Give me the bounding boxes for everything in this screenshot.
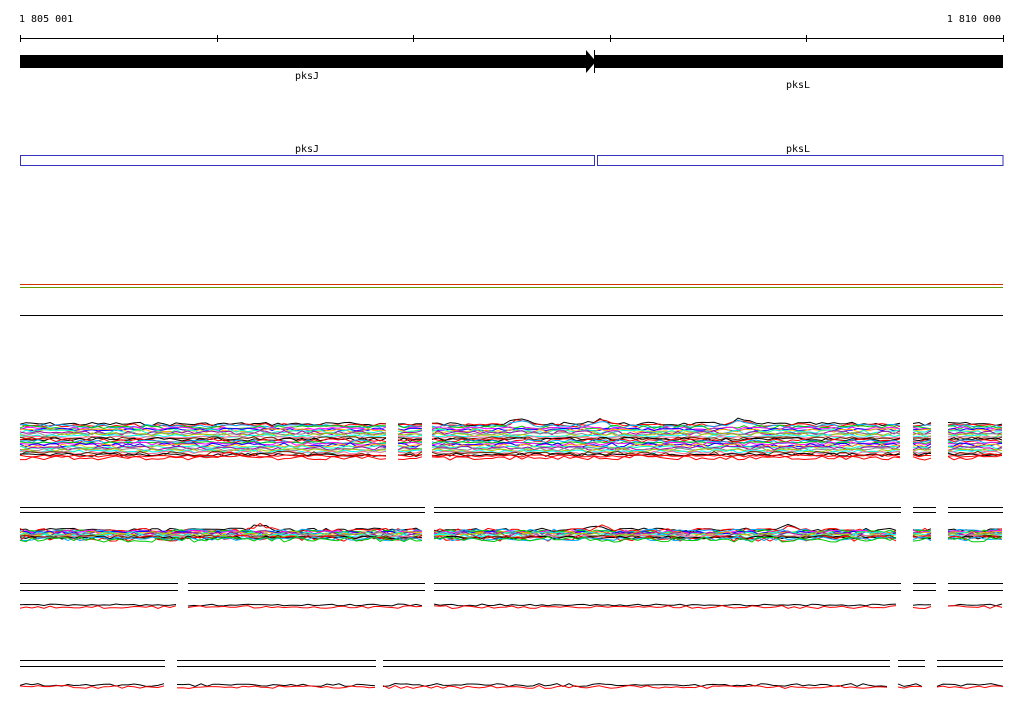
coverage-line-red <box>19 605 177 610</box>
coverage-line-red <box>382 684 888 690</box>
coverage-line <box>912 529 932 532</box>
coverage-line-black <box>433 603 897 607</box>
cds-track <box>20 155 1004 166</box>
coverage-line-black <box>912 604 932 606</box>
coverage-line-red <box>433 604 897 610</box>
coverage-line-red <box>912 606 932 610</box>
gene-label-pksj[interactable]: pksJ <box>295 72 319 82</box>
gene-pksl-body <box>595 55 1003 68</box>
track-canvas <box>19 35 1004 690</box>
coverage-line <box>912 448 932 452</box>
coverage-track-4 <box>19 660 1004 690</box>
coverage-track-2 <box>19 507 1003 543</box>
coverage-line-black <box>176 683 376 687</box>
coverage-line-red <box>19 685 165 689</box>
coordinate-ruler <box>20 35 1004 42</box>
coverage-line-black <box>187 603 423 607</box>
gene-track <box>20 50 1003 73</box>
coverage-track-1 <box>19 417 1003 461</box>
gene-pksj-body <box>20 55 586 68</box>
coverage-line-low <box>912 456 932 461</box>
cds-pksl-box <box>597 155 1004 166</box>
coverage-track-3 <box>19 583 1003 610</box>
cds-pksj-box <box>20 155 595 166</box>
coverage-line-red <box>897 685 923 689</box>
annotation-line-track <box>20 284 1003 316</box>
gene-label-pksl[interactable]: pksL <box>786 81 810 91</box>
coverage-tracks <box>19 417 1004 690</box>
genome-browser-view: 1 805 001 1 810 000 pksJ pksL pksJ pksL <box>0 0 1024 714</box>
cds-label-pksl[interactable]: pksL <box>786 145 810 155</box>
ruler-end-label: 1 810 000 <box>946 14 1001 25</box>
cds-label-pksj[interactable]: pksJ <box>295 145 319 155</box>
coverage-line-red <box>947 605 1003 609</box>
ruler-start-label: 1 805 001 <box>19 14 74 25</box>
coverage-line <box>912 437 932 440</box>
coverage-line-low <box>397 456 423 461</box>
coverage-line-red <box>936 685 1004 689</box>
